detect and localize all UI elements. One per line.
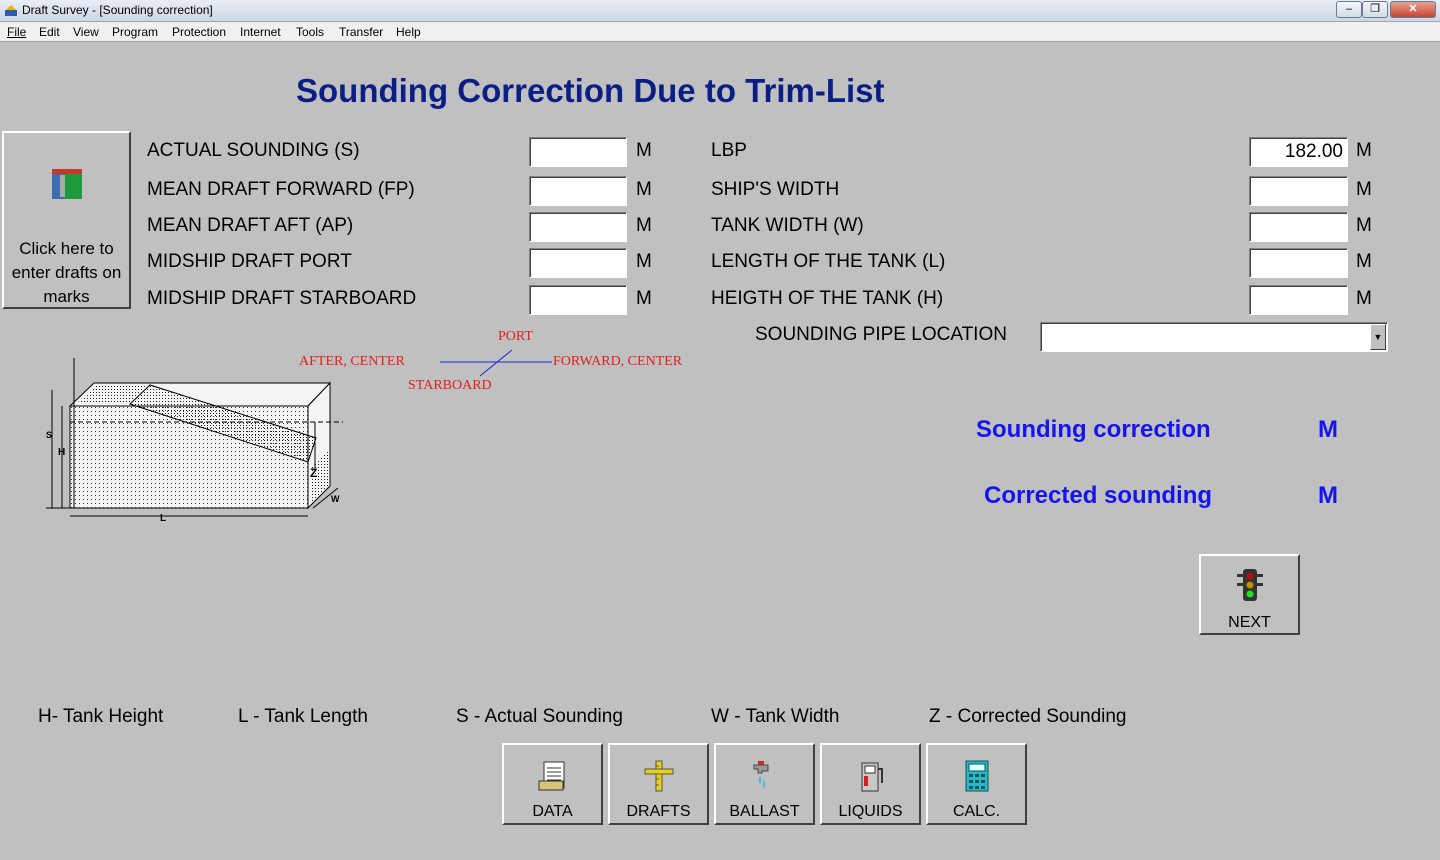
diagram-forward-center-label: FORWARD, CENTER <box>553 354 683 369</box>
draft-port-label: MIDSHIP DRAFT PORT <box>147 251 352 272</box>
menu-file[interactable]: File <box>7 25 26 39</box>
menu-protection[interactable]: Protection <box>172 25 226 39</box>
lbp-unit: M <box>1356 140 1372 161</box>
window-title: Draft Survey - [Sounding correction] <box>22 3 213 17</box>
enter-drafts-button[interactable]: Click here to enter drafts on marks <box>2 131 131 309</box>
actual-sounding-input[interactable] <box>529 137 627 167</box>
draft-aft-input[interactable] <box>529 212 627 242</box>
draft-aft-label: MEAN DRAFT AFT (AP) <box>147 215 354 236</box>
menu-transfer[interactable]: Transfer <box>339 25 383 39</box>
orientation-cross <box>440 349 552 377</box>
diagram-starboard-label: STARBOARD <box>408 378 492 393</box>
tank-width-label: TANK WIDTH (W) <box>711 215 864 236</box>
tank-height-input[interactable] <box>1249 285 1348 315</box>
traffic-light-icon <box>1237 569 1263 601</box>
tank-length-input[interactable] <box>1249 248 1348 278</box>
tank-height-label: HEIGTH OF THE TANK (H) <box>711 288 944 309</box>
corrected-sounding-label: Corrected sounding <box>984 482 1213 509</box>
menu-edit[interactable]: Edit <box>39 25 60 39</box>
menu-view[interactable]: View <box>73 25 99 39</box>
draft-starboard-input[interactable] <box>529 285 627 315</box>
menu-program[interactable]: Program <box>112 25 158 39</box>
liquids-label: LIQUIDS <box>838 803 903 820</box>
document-icon <box>538 761 565 791</box>
chevron-down-icon[interactable]: ▼ <box>1370 324 1386 350</box>
sounding-correction-unit: M <box>1318 416 1338 443</box>
faucet-icon <box>753 761 769 789</box>
ballast-label: BALLAST <box>729 803 800 820</box>
page-title: Sounding Correction Due to Trim-List <box>296 72 885 109</box>
diagram-w-label: W <box>331 494 340 504</box>
draft-port-input[interactable] <box>529 248 627 278</box>
ship-width-unit: M <box>1356 179 1372 200</box>
ship-width-input[interactable] <box>1249 176 1348 206</box>
calc-label: CALC. <box>952 803 1001 820</box>
diagram-z-label: Z <box>310 466 318 480</box>
tank-height-unit: M <box>1356 288 1372 309</box>
enter-drafts-label: Click here to enter drafts on marks <box>11 239 122 306</box>
drafts-button[interactable]: DRAFTS <box>608 743 709 825</box>
data-label: DATA <box>532 803 573 820</box>
legend-tank-height: H- Tank Height <box>38 706 164 727</box>
pipe-location-select[interactable]: ▼ <box>1040 322 1388 352</box>
drafts-label: DRAFTS <box>626 803 691 820</box>
app-icon <box>5 5 17 16</box>
legend-tank-width: W - Tank Width <box>711 706 840 727</box>
tank-width-unit: M <box>1356 215 1372 236</box>
next-label: NEXT <box>1228 614 1271 631</box>
menu-tools[interactable]: Tools <box>296 25 324 39</box>
draft-forward-input[interactable] <box>529 176 627 206</box>
diagram-port-label: PORT <box>498 329 533 344</box>
legend-corrected-sounding: Z - Corrected Sounding <box>929 706 1127 727</box>
ballast-button[interactable]: BALLAST <box>714 743 815 825</box>
draft-starboard-label: MIDSHIP DRAFT STARBOARD <box>147 288 417 309</box>
close-button[interactable]: ✕ <box>1390 1 1436 18</box>
restore-button[interactable]: ❐ <box>1362 1 1388 18</box>
draft-aft-unit: M <box>636 215 652 236</box>
lbp-label: LBP <box>711 140 747 161</box>
menu-bar: File Edit View Program Protection Intern… <box>0 22 1440 42</box>
diagram-h-label: H <box>58 447 66 458</box>
ship-width-label: SHIP'S WIDTH <box>711 179 840 200</box>
menu-help[interactable]: Help <box>396 25 421 39</box>
ruler-icon <box>644 760 674 792</box>
draft-forward-unit: M <box>636 179 652 200</box>
actual-sounding-unit: M <box>636 140 652 161</box>
tank-diagram <box>46 358 343 517</box>
minimize-button[interactable]: – <box>1336 1 1362 18</box>
corrected-sounding-unit: M <box>1318 482 1338 509</box>
sounding-correction-label: Sounding correction <box>976 416 1211 443</box>
draft-port-unit: M <box>636 251 652 272</box>
draft-forward-label: MEAN DRAFT FORWARD (FP) <box>147 179 415 200</box>
drafts-marks-icon <box>52 169 82 199</box>
diagram-l-label: L <box>160 513 167 524</box>
pipe-location-label: SOUNDING PIPE LOCATION <box>755 324 1007 345</box>
calculator-icon <box>965 760 989 792</box>
actual-sounding-label: ACTUAL SOUNDING (S) <box>147 140 360 161</box>
calc-button[interactable]: CALC. <box>926 743 1027 825</box>
legend-tank-length: L - Tank Length <box>238 706 368 727</box>
tank-length-label: LENGTH OF THE TANK (L) <box>711 251 946 272</box>
data-button[interactable]: DATA <box>502 743 603 825</box>
tank-length-unit: M <box>1356 251 1372 272</box>
menu-internet[interactable]: Internet <box>240 25 281 39</box>
tank-width-input[interactable] <box>1249 212 1348 242</box>
liquids-button[interactable]: LIQUIDS <box>820 743 921 825</box>
next-button[interactable]: NEXT <box>1199 554 1300 635</box>
title-bar: Draft Survey - [Sounding correction] – ❐… <box>0 0 1440 22</box>
legend-actual-sounding: S - Actual Sounding <box>456 706 623 727</box>
fuel-pump-icon <box>861 762 883 792</box>
lbp-input[interactable] <box>1249 137 1348 167</box>
draft-starboard-unit: M <box>636 288 652 309</box>
diagram-s-label: S <box>46 430 53 440</box>
